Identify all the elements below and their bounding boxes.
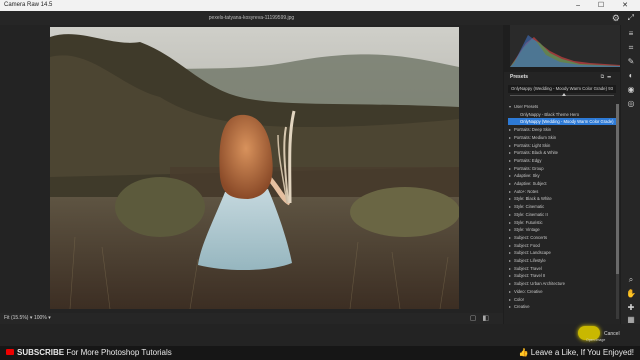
- preset-group[interactable]: Subject: Urban Architecture: [508, 280, 616, 287]
- preset-group[interactable]: Subject: Food: [508, 242, 616, 249]
- preset-item[interactable]: OnlyNappy (Wedding - Moody Warm Color Gr…: [508, 118, 616, 126]
- preset-group[interactable]: Color: [508, 296, 616, 303]
- status-row: [0, 324, 640, 346]
- preset-group[interactable]: Subject: Lifestyle: [508, 257, 616, 264]
- healing-icon[interactable]: ✎: [626, 57, 636, 67]
- preset-group[interactable]: Auto+: Notes: [508, 188, 616, 195]
- presets-header: Presets ⧉☰: [510, 72, 614, 82]
- preset-group[interactable]: Style: Vintage: [508, 226, 616, 233]
- zoom-100-button[interactable]: 100% ▾: [34, 313, 51, 324]
- preset-group[interactable]: Portraits: Edgy: [508, 157, 616, 164]
- preset-group[interactable]: Subject: Concerts: [508, 234, 616, 241]
- preset-amount[interactable]: 93: [608, 85, 613, 93]
- preset-item[interactable]: OnlyNappy - Black Theme Hero: [508, 111, 616, 118]
- panel-header-icons[interactable]: ⧉☰: [601, 72, 614, 82]
- preset-group[interactable]: Creative: [508, 303, 616, 310]
- app-title: Camera Raw 14.5: [4, 2, 53, 8]
- preset-scrollbar[interactable]: [616, 104, 619, 319]
- preset-group[interactable]: Portraits: Black & White: [508, 149, 616, 156]
- tutorial-banner: SUBSCRIBE For More Photoshop Tutorials 👍…: [0, 346, 640, 360]
- zoom-bar: Fit (15.5%) ▾ 100% ▾ ▢◧: [0, 313, 503, 324]
- document-filename: pexels-tatyana-kosyreva-11199599.jpg: [0, 11, 503, 25]
- title-bar: Camera Raw 14.5 – ☐ ✕: [0, 0, 640, 11]
- subscribe-banner: SUBSCRIBE For More Photoshop Tutorials: [6, 346, 172, 360]
- presets-panel: Presets ⧉☰ OnlyNappy (Wedding - Moody Wa…: [504, 72, 620, 324]
- gear-icon[interactable]: ⚙: [612, 13, 620, 24]
- preset-group[interactable]: Portraits: Deep Skin: [508, 126, 616, 133]
- cancel-button[interactable]: Cancel: [604, 331, 620, 337]
- thumbs-up-icon: 👍: [518, 348, 529, 357]
- preset-group[interactable]: Style: Black & White: [508, 195, 616, 202]
- color-sampler-icon[interactable]: ✚: [626, 303, 636, 313]
- open-image-button[interactable]: Open Image: [578, 326, 605, 342]
- top-right-toolbar: ⚙ ⤢: [503, 11, 640, 25]
- amount-slider[interactable]: [510, 93, 614, 96]
- like-banner: 👍 Leave a Like, If You Enjoyed!: [519, 346, 634, 360]
- window-controls[interactable]: – ☐ ✕: [576, 0, 636, 11]
- current-preset-field[interactable]: OnlyNappy (Wedding - Moody Warm Color Gr…: [508, 85, 616, 93]
- preset-group[interactable]: Style: Futuristic: [508, 219, 616, 226]
- preset-group[interactable]: Style: Cinematic II: [508, 211, 616, 218]
- preset-group[interactable]: Style: Cinematic: [508, 203, 616, 210]
- preset-group[interactable]: Adaptive: Sky: [508, 172, 616, 179]
- hand-icon[interactable]: ✋: [626, 289, 636, 299]
- preset-group[interactable]: Subject: Travel II: [508, 272, 616, 279]
- slider-knob[interactable]: [562, 93, 566, 96]
- tool-strip: ≡ ⌗ ✎ ◐ ◉ ◎ ⌕ ✋ ✚ ▦: [621, 25, 640, 324]
- histogram: [510, 25, 620, 67]
- preset-group[interactable]: Portraits: Light Skin: [508, 142, 616, 149]
- preset-group[interactable]: Subject: Travel: [508, 265, 616, 272]
- presets-icon[interactable]: ◎: [626, 99, 636, 109]
- redeye-icon[interactable]: ◉: [626, 85, 636, 95]
- view-mode-icons[interactable]: ▢◧: [470, 313, 495, 324]
- preset-group[interactable]: Portraits: Medium Skin: [508, 134, 616, 141]
- grid-icon[interactable]: ▦: [626, 315, 636, 325]
- scrollbar-thumb[interactable]: [616, 104, 619, 274]
- preset-group[interactable]: Portraits: Group: [508, 165, 616, 172]
- youtube-icon: [6, 349, 14, 355]
- left-edge-handle[interactable]: [0, 140, 4, 200]
- expand-icon[interactable]: ⤢: [628, 13, 634, 23]
- edit-icon[interactable]: ≡: [626, 29, 636, 39]
- preset-group[interactable]: User Presets: [508, 103, 616, 110]
- preset-group[interactable]: Subject: Landscape: [508, 249, 616, 256]
- zoom-fit-button[interactable]: Fit (15.5%) ▾: [4, 313, 32, 324]
- open-image-caption: Open Image: [586, 338, 606, 342]
- preset-group[interactable]: Video: Creative: [508, 288, 616, 295]
- preset-group[interactable]: Adaptive: Subject: [508, 180, 616, 187]
- preview-image: [50, 27, 459, 309]
- crop-icon[interactable]: ⌗: [626, 43, 636, 53]
- zoom-icon[interactable]: ⌕: [626, 275, 636, 285]
- preset-list: User PresetsOnlyNappy - Black Theme Hero…: [508, 103, 618, 323]
- masking-icon[interactable]: ◐: [626, 71, 636, 81]
